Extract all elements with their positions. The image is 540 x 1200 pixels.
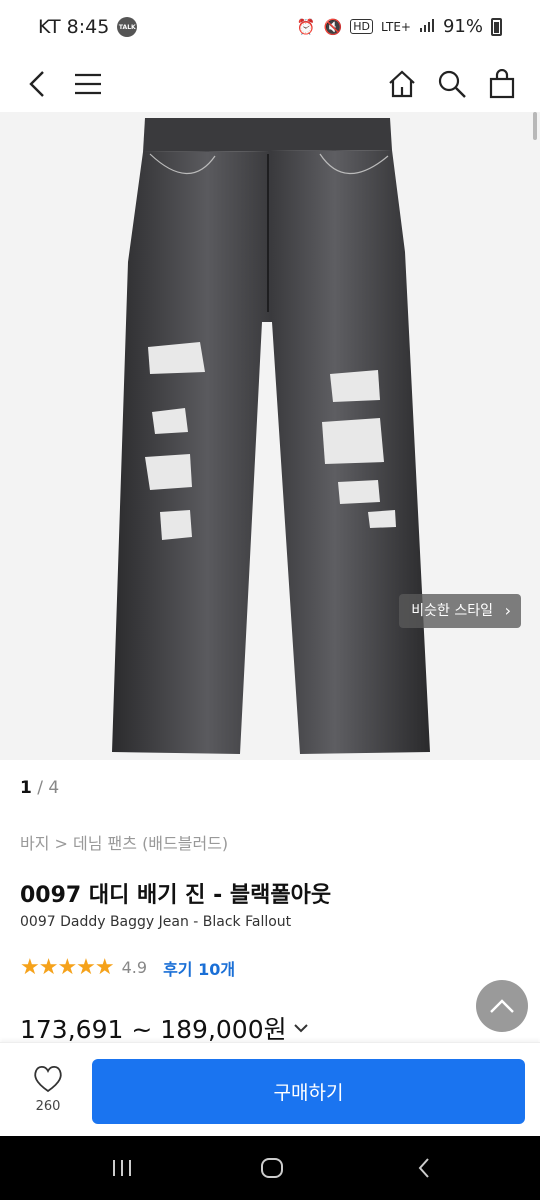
scroll-indicator [533,112,537,140]
search-button[interactable] [430,62,474,106]
similar-style-label: 비슷한 스타일 [411,603,493,619]
rating-value: 4.9 [121,958,148,977]
kakaotalk-icon: TALK [117,17,138,37]
product-image-carousel[interactable] [0,112,540,760]
mute-icon: 🔇 [323,17,343,36]
product-subtitle: 0097 Daddy Baggy Jean - Black Fallout [20,914,292,930]
image-pager: 1 / 4 [20,778,59,798]
like-button[interactable]: 260 [24,1065,72,1114]
status-bar: KT 8:45 TALK ⏰ 🔇 HD LTE+ 91% [0,0,540,56]
breadcrumb[interactable]: 바지 > 데님 팬츠 (배드블러드) [20,830,228,854]
purchase-bar: 260 구매하기 [0,1042,540,1136]
home-button[interactable] [380,62,424,106]
back-arrow-icon [418,1158,429,1178]
home-icon [389,70,415,98]
recents-button[interactable] [102,1152,142,1184]
network-icon: LTE+ [380,19,411,34]
hd-icon: HD [350,19,373,34]
chevron-left-icon [29,71,44,97]
back-button[interactable] [16,62,60,106]
pager-total: 4 [48,778,60,798]
buy-button[interactable]: 구매하기 [92,1059,525,1124]
recents-icon [113,1160,131,1176]
battery-percent: 91% [442,16,483,37]
alarm-icon: ⏰ [296,17,316,36]
price-dropdown[interactable]: 173,691 ~ 189,000원 [20,1010,309,1046]
pager-separator: / [31,778,49,798]
rating-row: ★★★★★ 4.9 후기 10개 [20,955,235,980]
hamburger-icon [75,73,101,95]
jeans-image [112,118,430,754]
signal-icon [419,17,435,37]
similar-style-button[interactable]: 비슷한 스타일 › [399,594,521,628]
price-value: 173,691 ~ 189,000원 [20,1015,287,1044]
review-link[interactable]: 후기 10개 [163,956,235,980]
status-left: KT 8:45 TALK [38,16,138,38]
home-nav-button[interactable] [252,1152,292,1184]
shopping-bag-icon [489,69,515,99]
product-title: 0097 대디 배기 진 - 블랙폴아웃 [20,883,332,908]
like-count: 260 [35,1099,61,1114]
battery-icon [491,17,502,36]
menu-button[interactable] [66,62,110,106]
cart-button[interactable] [480,62,524,106]
heart-icon [34,1065,62,1093]
app-header [0,56,540,112]
home-circle-icon [261,1158,283,1178]
chevron-down-icon [293,1024,308,1033]
search-icon [438,70,466,98]
back-nav-button[interactable] [404,1152,444,1184]
star-rating-icon: ★★★★★ [20,955,115,980]
carrier-time: KT 8:45 [38,16,110,38]
scroll-to-top-button[interactable] [476,980,528,1032]
chevron-right-icon: › [504,601,511,620]
chevron-up-icon [490,999,514,1013]
system-nav-bar [0,1136,540,1200]
pager-current: 1 [20,778,32,798]
status-right: ⏰ 🔇 HD LTE+ 91% [297,16,502,37]
